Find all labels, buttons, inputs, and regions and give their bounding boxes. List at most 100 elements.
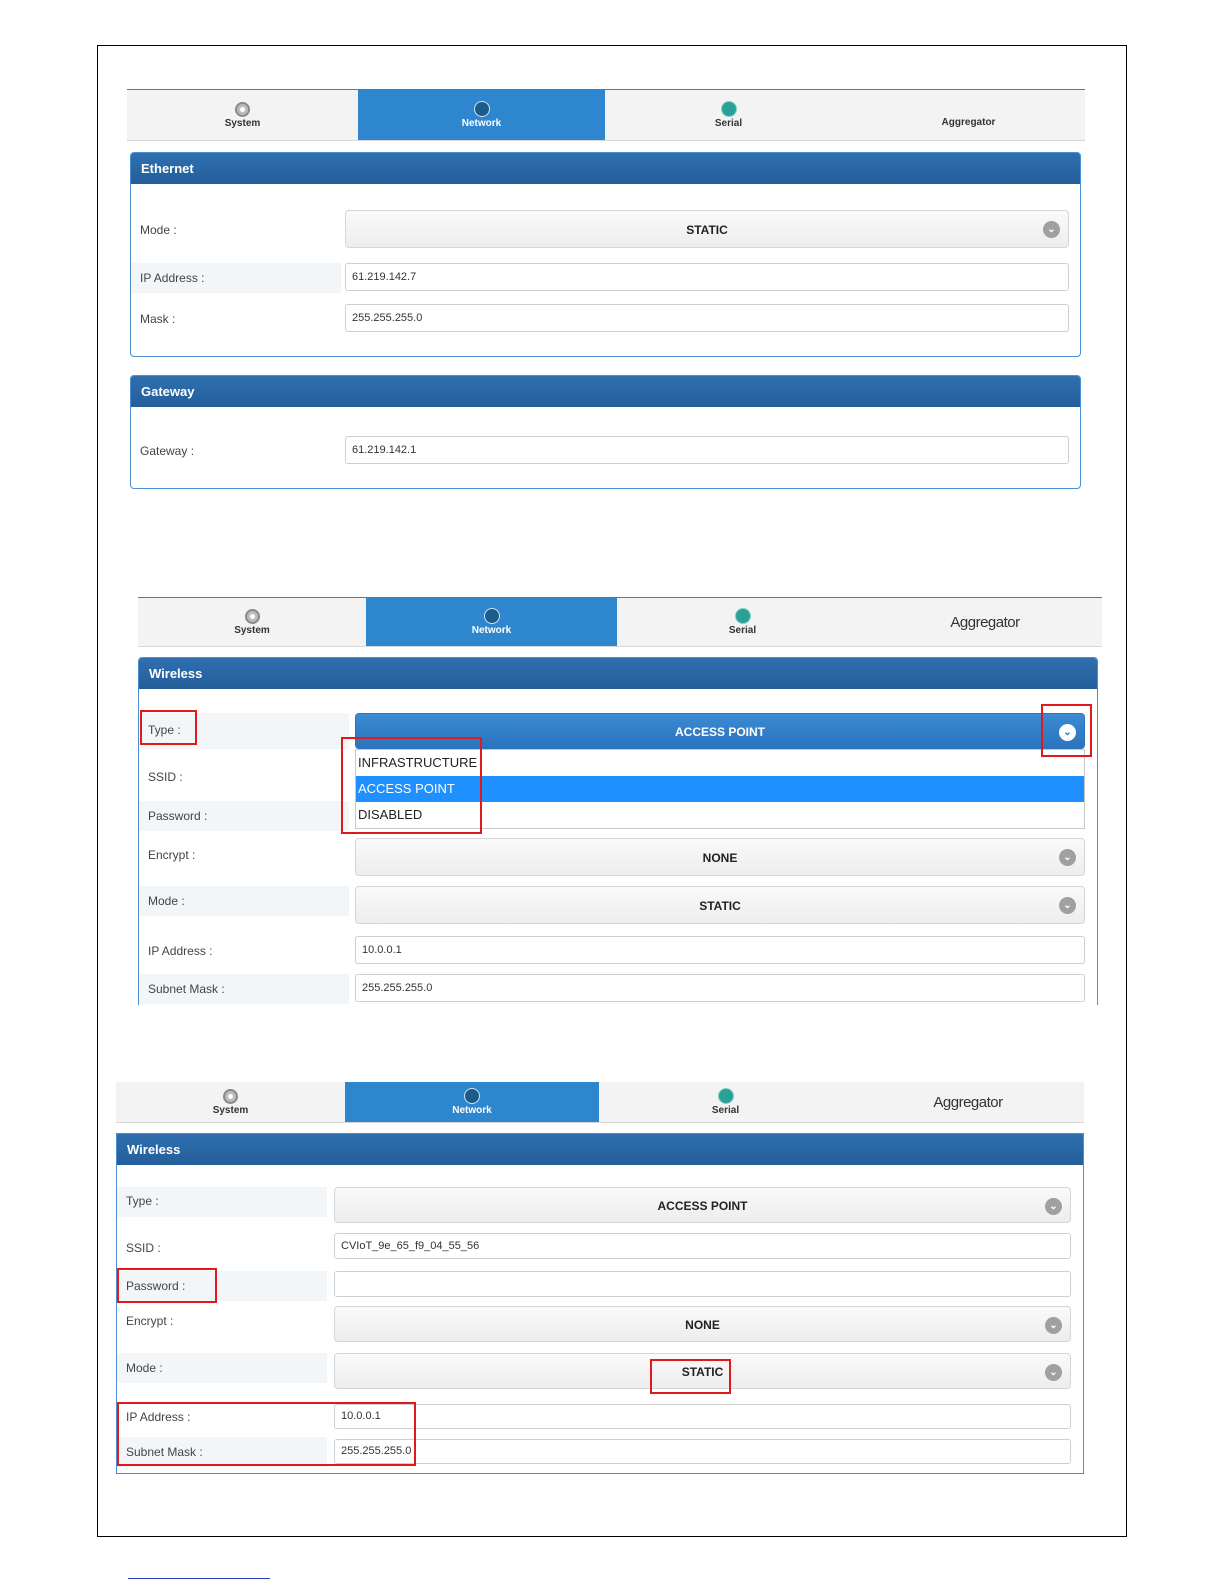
ip-address-label: IP Address :	[131, 263, 341, 293]
subnet-mask-label: Subnet Mask :	[139, 974, 349, 1004]
tab-bar: System Network Serial Aggregator	[127, 89, 1085, 141]
panel-title: Ethernet	[131, 153, 1080, 184]
type-value: ACCESS POINT	[674, 725, 765, 739]
dropdown-option-disabled[interactable]: DISABLED	[356, 802, 1084, 828]
mode-value: STATIC	[686, 223, 728, 237]
screenshot-ethernet: System Network Serial Aggregator Etherne…	[127, 89, 1085, 494]
encrypt-label: Encrypt :	[148, 848, 196, 862]
password-input[interactable]	[334, 1271, 1071, 1297]
mode-select[interactable]: STATIC ⌄	[355, 886, 1085, 924]
chevron-down-icon: ⌄	[1059, 849, 1076, 866]
network-icon	[483, 608, 500, 624]
tab-aggregator[interactable]: Aggregator	[852, 90, 1085, 140]
wireless-panel: Wireless Type : ACCESS POINT ⌄ SSID : CV…	[116, 1133, 1084, 1474]
gateway-input[interactable]: 61.219.142.1	[345, 436, 1069, 464]
gateway-label: Gateway :	[140, 444, 195, 458]
encrypt-label: Encrypt :	[126, 1314, 174, 1328]
subnet-mask-label: Subnet Mask :	[117, 1437, 327, 1467]
subnet-mask-input[interactable]: 255.255.255.0	[355, 974, 1085, 1002]
type-select[interactable]: ACCESS POINT ⌄	[355, 713, 1085, 749]
tab-label: Network	[471, 625, 512, 636]
mode-select[interactable]: STATIC ⌄	[334, 1353, 1071, 1389]
tab-system[interactable]: System	[116, 1082, 345, 1122]
mode-label: Mode :	[139, 886, 349, 916]
tab-bar: System Network Serial Aggregator	[116, 1082, 1084, 1123]
tab-label: Aggregator	[950, 613, 1020, 631]
ip-address-input[interactable]: 61.219.142.7	[345, 263, 1069, 291]
chevron-down-icon: ⌄	[1045, 1364, 1062, 1381]
tab-serial[interactable]: Serial	[617, 598, 868, 646]
screenshot-wireless-dropdown: System Network Serial Aggregator Wireles…	[138, 597, 1102, 1005]
wireless-panel: Wireless Type : ACCESS POINT ⌄ SSID : Pa…	[138, 657, 1098, 1005]
footer-link-underline	[128, 1578, 270, 1579]
tab-serial[interactable]: Serial	[599, 1082, 852, 1122]
chevron-down-icon: ⌄	[1045, 1198, 1062, 1215]
encrypt-value: NONE	[702, 851, 738, 865]
tab-network[interactable]: Network	[358, 90, 605, 140]
panel-title: Gateway	[131, 376, 1080, 407]
tab-system[interactable]: System	[127, 90, 358, 140]
ssid-label: SSID :	[126, 1241, 161, 1255]
serial-icon	[720, 101, 737, 117]
network-icon	[464, 1088, 480, 1104]
tab-label: Serial	[714, 118, 743, 129]
dropdown-option-access-point[interactable]: ACCESS POINT	[356, 776, 1084, 802]
chevron-down-icon: ⌄	[1059, 724, 1076, 741]
ethernet-panel: Ethernet Mode : STATIC ⌄ IP Address : 61…	[130, 152, 1081, 357]
ip-address-input[interactable]: 10.0.0.1	[355, 936, 1085, 964]
gear-icon	[235, 101, 250, 117]
type-dropdown-menu: INFRASTRUCTURE ACCESS POINT DISABLED	[355, 749, 1085, 829]
mode-value: STATIC	[699, 899, 741, 913]
serial-icon	[734, 608, 751, 624]
mode-value: STATIC	[681, 1365, 724, 1379]
tab-label: Serial	[711, 1105, 740, 1116]
dropdown-option-infrastructure[interactable]: INFRASTRUCTURE	[356, 750, 1084, 776]
tab-label: Aggregator	[933, 1093, 1003, 1111]
tab-bar: System Network Serial Aggregator	[138, 597, 1102, 647]
ip-address-input[interactable]: 10.0.0.1	[334, 1404, 1071, 1429]
chevron-down-icon: ⌄	[1045, 1317, 1062, 1334]
gear-icon	[244, 608, 260, 624]
network-icon	[473, 101, 490, 117]
tab-aggregator[interactable]: Aggregator	[868, 598, 1102, 646]
ip-address-label: IP Address :	[148, 944, 213, 958]
panel-title: Wireless	[139, 658, 1097, 689]
encrypt-select[interactable]: NONE ⌄	[355, 838, 1085, 876]
chevron-down-icon: ⌄	[1043, 221, 1060, 238]
tab-aggregator[interactable]: Aggregator	[852, 1082, 1084, 1122]
tab-label: Network	[452, 1105, 492, 1116]
ssid-label: SSID :	[148, 770, 183, 784]
subnet-mask-input[interactable]: 255.255.255.0	[334, 1439, 1071, 1464]
password-label: Password :	[139, 801, 349, 831]
ssid-input[interactable]: CVIoT_9e_65_f9_04_55_56	[334, 1233, 1071, 1259]
tab-label: System	[224, 117, 261, 129]
serial-icon	[717, 1088, 734, 1104]
tab-label: Network	[461, 118, 502, 129]
tab-label: Aggregator	[941, 116, 996, 128]
mask-input[interactable]: 255.255.255.0	[345, 304, 1069, 332]
mode-label: Mode :	[140, 223, 177, 237]
screenshot-wireless-config: System Network Serial Aggregator Wireles…	[116, 1082, 1084, 1474]
password-label: Password :	[117, 1271, 327, 1301]
type-label: Type :	[117, 1187, 327, 1217]
tab-network[interactable]: Network	[345, 1082, 599, 1122]
chevron-down-icon: ⌄	[1059, 897, 1076, 914]
type-select[interactable]: ACCESS POINT ⌄	[334, 1187, 1071, 1223]
gateway-panel: Gateway Gateway : 61.219.142.1	[130, 375, 1081, 489]
mode-label: Mode :	[117, 1353, 327, 1383]
tab-label: Serial	[728, 625, 757, 636]
encrypt-select[interactable]: NONE ⌄	[334, 1306, 1071, 1342]
panel-title: Wireless	[117, 1134, 1083, 1165]
gear-icon	[223, 1088, 238, 1104]
tab-network[interactable]: Network	[366, 598, 617, 646]
tab-system[interactable]: System	[138, 598, 366, 646]
type-label: Type :	[139, 713, 349, 749]
encrypt-value: NONE	[685, 1318, 720, 1332]
mask-label: Mask :	[140, 312, 176, 326]
type-value: ACCESS POINT	[657, 1199, 748, 1213]
tab-label: System	[234, 624, 270, 636]
ip-address-label: IP Address :	[126, 1410, 191, 1424]
mode-select[interactable]: STATIC ⌄	[345, 210, 1069, 248]
tab-label: System	[212, 1104, 249, 1116]
tab-serial[interactable]: Serial	[605, 90, 852, 140]
